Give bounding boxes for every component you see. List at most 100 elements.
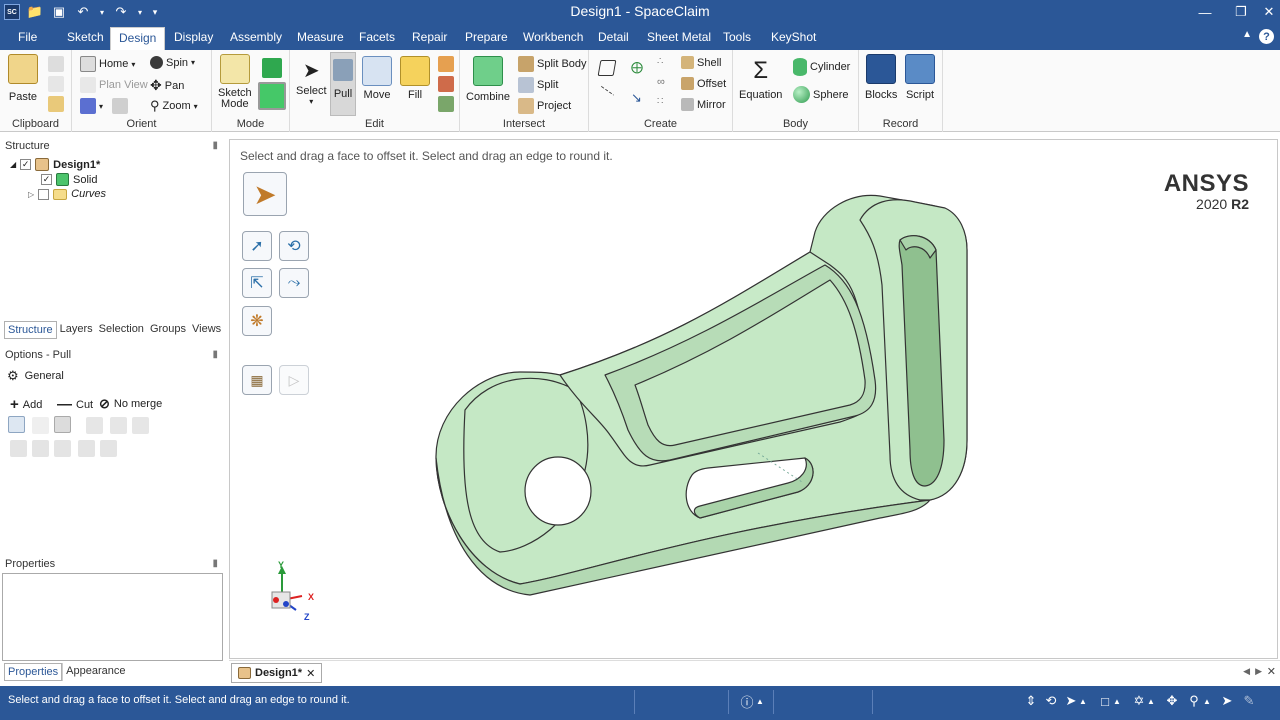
tab-selection[interactable]: Selection [96, 321, 147, 339]
tab-structure[interactable]: Structure [4, 321, 57, 339]
tab-workbench[interactable]: Workbench [515, 27, 591, 50]
project-button[interactable]: Project [518, 98, 571, 114]
measure-option-icon[interactable] [132, 417, 149, 434]
equation-button[interactable]: Σ Equation [739, 56, 782, 101]
zoom-dropdown-icon[interactable]: ▲ [1202, 692, 1212, 710]
copy-icon[interactable] [48, 76, 64, 92]
bracket-model[interactable] [230, 140, 1279, 660]
tab-layers[interactable]: Layers [57, 321, 96, 339]
cut-icon[interactable] [48, 56, 64, 72]
spin-dropdown-icon[interactable]: ▲ [1146, 692, 1156, 710]
blocks-button[interactable]: Blocks [865, 54, 897, 101]
edit-status-icon[interactable]: ✎ [1240, 692, 1258, 710]
tab-properties[interactable]: Properties [4, 663, 63, 681]
box-select-dropdown-icon[interactable]: ▲ [1112, 692, 1122, 710]
tab-sketch[interactable]: Sketch [59, 27, 112, 50]
plan-view-button[interactable]: Plan View [80, 77, 148, 93]
zoom-status-icon[interactable]: ⚲ [1185, 692, 1203, 710]
help-icon[interactable]: ? [1259, 29, 1274, 44]
expand-triangle-icon[interactable]: ▷ [28, 190, 34, 199]
tab-assembly[interactable]: Assembly [222, 27, 290, 50]
section-mode-icon[interactable] [262, 58, 282, 78]
script-button[interactable]: Script [905, 54, 935, 101]
blend-option-icon[interactable] [78, 440, 95, 457]
undo-icon[interactable]: ↶ [74, 3, 92, 21]
up-to-icon[interactable] [32, 417, 49, 434]
select-button[interactable]: ➤ Select ▾ [296, 58, 327, 106]
curves-checkbox[interactable] [38, 188, 50, 200]
sketch-mode-button[interactable]: Sketch Mode [218, 54, 252, 110]
minimize-button[interactable]: — [1190, 0, 1220, 24]
sweep-option-icon[interactable] [54, 440, 71, 457]
customize-toolbar-icon[interactable]: ▾ [150, 3, 160, 21]
selection-filter-icon[interactable]: ⇕ [1022, 692, 1040, 710]
3d-mode-icon[interactable] [258, 82, 286, 110]
document-tab-design1[interactable]: Design1* ✕ [231, 663, 323, 683]
fill-pattern-icon[interactable]: ∷ [657, 96, 663, 107]
offset-button[interactable]: Offset [681, 77, 726, 90]
extrude-option-icon[interactable] [10, 440, 27, 457]
pin-icon[interactable]: ▮ [212, 555, 218, 573]
split-button[interactable]: Split [518, 77, 558, 93]
format-painter-icon[interactable] [48, 96, 64, 112]
close-icon[interactable]: ✕ [306, 667, 315, 680]
pivot-icon[interactable] [54, 416, 71, 433]
circular-pattern-icon[interactable]: ∞ [657, 76, 665, 88]
save-icon[interactable]: ▣ [50, 3, 68, 21]
pull-button[interactable]: Pull [330, 52, 356, 116]
tab-sheet-metal[interactable]: Sheet Metal [639, 27, 719, 50]
undo-dropdown-icon[interactable]: ▾ [98, 3, 106, 21]
tab-tools[interactable]: Tools [715, 27, 759, 50]
point-icon[interactable]: ⨁ [631, 60, 643, 74]
plane-icon[interactable] [597, 60, 617, 76]
add-option[interactable]: + Add [10, 396, 42, 413]
pan-status-icon[interactable]: ✥ [1163, 692, 1181, 710]
root-checkbox[interactable]: ✓ [20, 159, 32, 170]
cylinder-button[interactable]: Cylinder [793, 58, 850, 76]
cut-option[interactable]: — Cut [57, 396, 93, 413]
general-section[interactable]: ⚙ General [7, 368, 64, 384]
tab-scroll-right-icon[interactable]: ▶ [1255, 666, 1262, 677]
tab-views[interactable]: Views [189, 321, 224, 339]
tab-keyshot[interactable]: KeyShot [763, 27, 824, 50]
zoom-button[interactable]: ⚲ Zoom ▾ [150, 98, 198, 114]
tab-display[interactable]: Display [166, 27, 221, 50]
mirror-button[interactable]: Mirror [681, 98, 726, 111]
spin-button[interactable]: Spin ▾ [150, 56, 195, 69]
tab-prepare[interactable]: Prepare [457, 27, 516, 50]
replace-icon[interactable] [438, 76, 454, 92]
bolt-hole[interactable] [524, 456, 592, 526]
tab-design[interactable]: Design [110, 27, 166, 50]
open-folder-icon[interactable]: 📁 [26, 3, 44, 21]
rounded-option-icon[interactable] [100, 440, 117, 457]
no-merge-option[interactable]: ⊘ No merge [99, 396, 162, 412]
move-button[interactable]: Move [362, 56, 392, 101]
close-button[interactable]: ✕ [1254, 0, 1280, 24]
info-dropdown-icon[interactable]: ▲ [755, 692, 765, 710]
solid-checkbox[interactable]: ✓ [41, 174, 52, 185]
blend-icon[interactable] [438, 56, 454, 72]
close-all-icon[interactable]: ✕ [1267, 665, 1276, 678]
pin-icon[interactable]: ▮ [212, 346, 218, 364]
tab-detail[interactable]: Detail [590, 27, 637, 50]
split-body-button[interactable]: Split Body [518, 56, 587, 72]
paste-button[interactable]: Paste [8, 54, 38, 103]
home-button[interactable]: Home ▾ [80, 56, 135, 72]
rotate-view-icon[interactable]: ⟲ [1042, 692, 1060, 710]
restore-button[interactable]: ❐ [1226, 0, 1256, 24]
info-icon[interactable]: ⓘ [738, 692, 756, 710]
pan-button[interactable]: ✥ Pan [150, 77, 184, 94]
shell-button[interactable]: Shell [681, 56, 721, 69]
revolve-option-icon[interactable] [86, 417, 103, 434]
tree-root[interactable]: ◢ ✓ Design1* [10, 158, 100, 171]
both-sides-icon[interactable] [110, 417, 127, 434]
tab-repair[interactable]: Repair [404, 27, 455, 50]
draft-option-icon[interactable] [32, 440, 49, 457]
combine-button[interactable]: Combine [466, 56, 510, 103]
view-cube-button[interactable]: ▾ [80, 98, 129, 114]
tweak-status-icon[interactable]: ➤ [1218, 692, 1236, 710]
tree-item-curves[interactable]: ▷ Curves [28, 188, 106, 200]
line-icon[interactable] [599, 85, 615, 97]
tab-scroll-left-icon[interactable]: ◀ [1243, 666, 1250, 677]
tree-item-solid[interactable]: ✓ Solid [41, 173, 97, 186]
